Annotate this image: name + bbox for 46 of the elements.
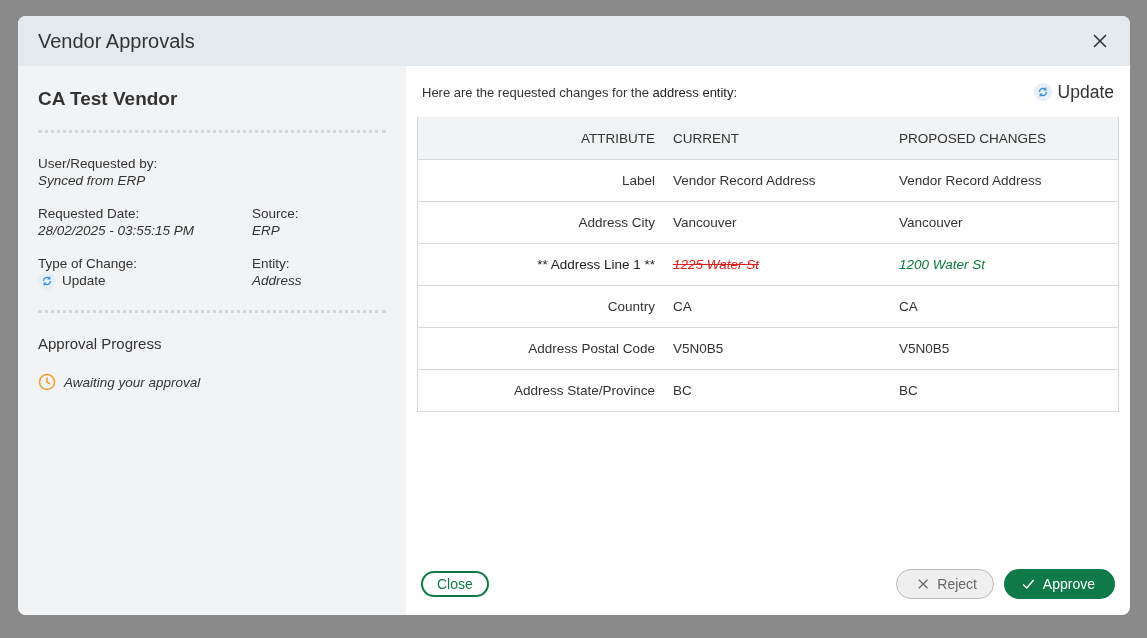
table-cell-text: 1200 Water St — [898, 257, 987, 272]
close-button[interactable]: Close — [421, 571, 489, 597]
table-cell-text: Country — [606, 299, 656, 314]
check-icon — [1022, 577, 1035, 591]
change-type-label: Update — [1057, 81, 1114, 103]
column-header: CURRENT — [672, 130, 740, 146]
table-cell-text: Vendor Record Address — [672, 173, 817, 188]
close-icon — [917, 577, 930, 591]
refresh-icon — [1033, 83, 1052, 101]
field-label: User/Requested by: — [38, 155, 159, 172]
table-cell-text: BC — [672, 383, 693, 398]
table-cell-text: CA — [672, 299, 693, 314]
field-value: 28/02/2025 - 03:55:15 PM — [38, 222, 196, 240]
column-header: PROPOSED CHANGES — [898, 130, 1048, 146]
field-label: Source: — [252, 205, 300, 222]
field-value: Address — [252, 272, 303, 290]
field-value: Synced from ERP — [38, 172, 147, 190]
table-cell-text: V5N0B5 — [672, 341, 725, 356]
table-cell-text: Vancouver — [898, 215, 964, 230]
field-label: Requested Date: — [38, 205, 141, 222]
vendor-name: CA Test Vendor — [38, 88, 179, 110]
table-cell-text: BC — [898, 383, 919, 398]
refresh-icon — [38, 272, 56, 290]
intro-text: Here are the requested changes for the address entity: — [422, 84, 738, 100]
table-cell-text: Address State/Province — [512, 383, 656, 398]
column-header: ATTRIBUTE — [580, 130, 656, 146]
table-cell-text: Vancouver — [672, 215, 738, 230]
table-cell-text: CA — [898, 299, 919, 314]
clock-icon — [38, 373, 56, 391]
table-cell-text: Address City — [577, 215, 656, 230]
close-icon — [1092, 33, 1108, 49]
field-label: Type of Change: — [38, 255, 139, 272]
field-label: Entity: — [252, 255, 291, 272]
field-value: ERP — [252, 222, 281, 240]
table-cell-text: Address Postal Code — [527, 341, 656, 356]
table-cell-text: ** Address Line 1 ** — [536, 257, 656, 272]
status-text: Awaiting your approval — [64, 374, 201, 390]
table-cell-text: V5N0B5 — [898, 341, 951, 356]
field-value: Update — [62, 272, 106, 290]
approve-button[interactable]: Approve — [1004, 569, 1115, 599]
dialog-title: Vendor Approvals — [38, 29, 195, 53]
section-title: Approval Progress — [38, 335, 163, 352]
reject-button[interactable]: Reject — [896, 569, 994, 599]
table-cell-text: 1225 Water St — [672, 257, 761, 272]
table-cell-text: Vendor Record Address — [898, 173, 1043, 188]
table-cell-text: Label — [620, 173, 656, 188]
